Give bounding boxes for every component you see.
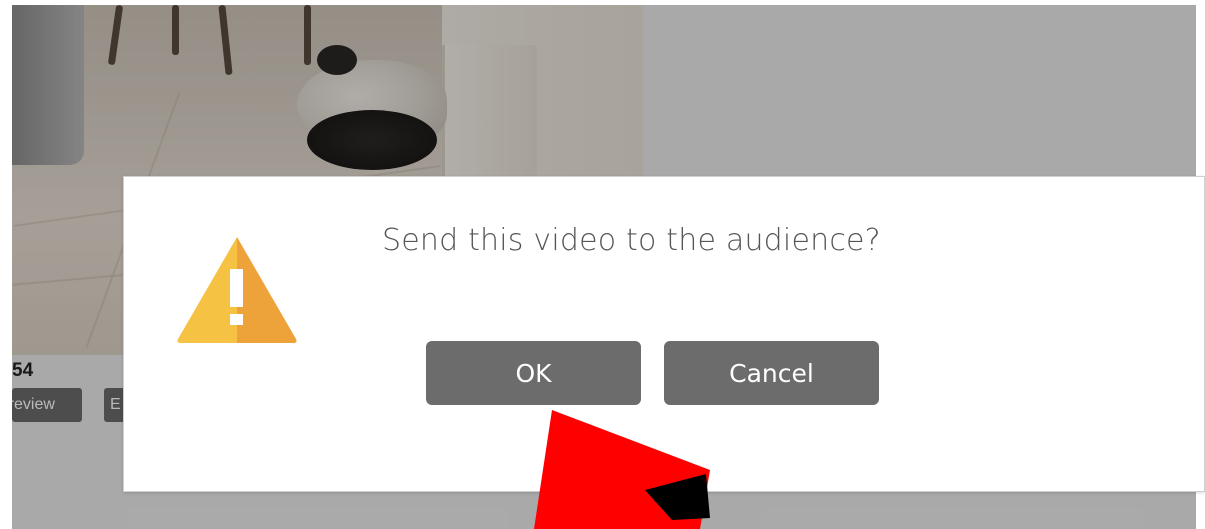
warning-triangle-icon	[177, 237, 297, 343]
cancel-button-label: Cancel	[729, 358, 814, 388]
dialog-message: Send this video to the audience?	[382, 223, 881, 258]
screen: 54 Preview E Send this video to the audi…	[0, 0, 1205, 529]
cancel-button[interactable]: Cancel	[664, 341, 879, 405]
ok-button-label: OK	[515, 358, 552, 388]
ok-button[interactable]: OK	[426, 341, 641, 405]
confirm-dialog: Send this video to the audience? OK Canc…	[123, 176, 1205, 492]
